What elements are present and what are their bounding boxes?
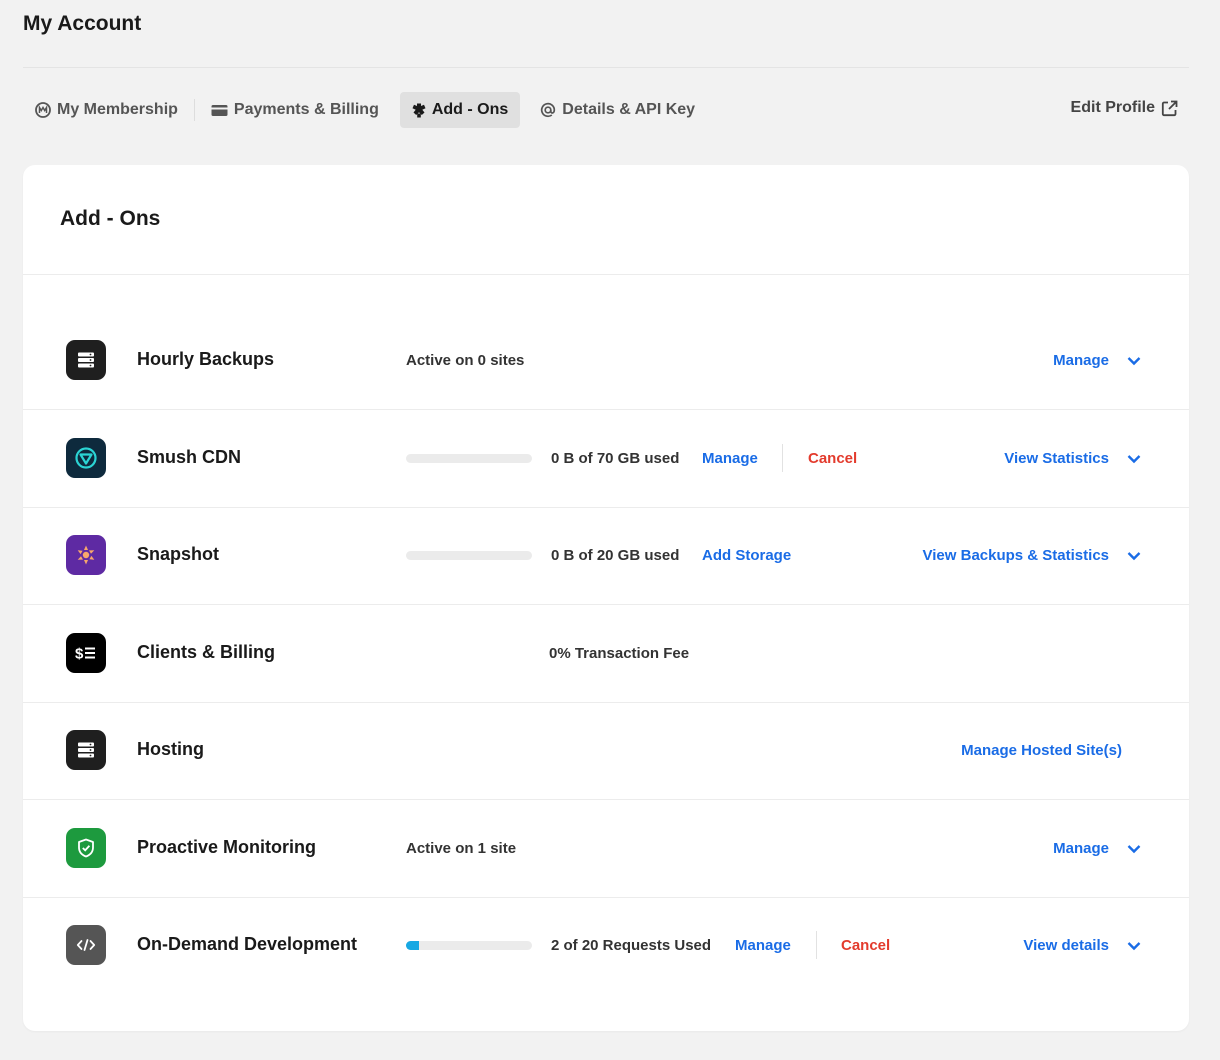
usage-progress-bar <box>406 551 532 560</box>
edit-profile-link[interactable]: Edit Profile <box>1071 99 1178 117</box>
chevron-down-icon[interactable] <box>1126 451 1142 467</box>
addon-name: Clients & Billing <box>137 642 276 662</box>
external-link-icon <box>1161 100 1178 116</box>
smush-icon <box>66 438 106 478</box>
card-title: Add - Ons <box>60 207 161 230</box>
addon-row-snapshot: Snapshot 0 B of 20 GB used Add Storage V… <box>23 507 1189 605</box>
usage-progress-fill <box>406 941 419 950</box>
dollar-list-icon: $ <box>66 633 106 673</box>
addon-name: Snapshot <box>137 544 220 564</box>
tab-details-api-key[interactable]: Details & API Key <box>528 92 707 128</box>
membership-icon <box>35 102 51 118</box>
page-title: My Account <box>23 12 142 35</box>
tab-payments-billing[interactable]: Payments & Billing <box>199 92 391 128</box>
tab-label: Payments & Billing <box>233 101 379 118</box>
usage-text: 0 B of 20 GB used <box>551 547 680 564</box>
action-divider <box>782 444 783 472</box>
transaction-fee-text: 0% Transaction Fee <box>549 645 690 662</box>
add-storage-link[interactable]: Add Storage <box>702 547 791 564</box>
addon-row-clients-billing: $ Clients & Billing 0% Transaction Fee <box>23 605 1189 703</box>
view-statistics-link[interactable]: View Statistics <box>1004 450 1109 467</box>
chevron-down-icon[interactable] <box>1126 353 1142 369</box>
tab-add-ons[interactable]: Add - Ons <box>399 92 521 128</box>
tab-label: Add - Ons <box>431 101 509 118</box>
card-divider <box>23 274 1189 275</box>
addon-status: Active on 1 site <box>406 840 517 857</box>
manage-hosted-sites-link[interactable]: Manage Hosted Site(s) <box>961 742 1122 759</box>
manage-link[interactable]: Manage <box>735 937 791 954</box>
view-details-link[interactable]: View details <box>1023 937 1109 954</box>
addons-card: Add - Ons Hourly Backups Active on 0 sit… <box>23 165 1189 1031</box>
view-backups-statistics-link[interactable]: View Backups & Statistics <box>923 547 1109 564</box>
addon-row-hourly-backups: Hourly Backups Active on 0 sites Manage <box>23 312 1189 410</box>
account-tabs: My Membership Payments & Billing Add - O… <box>23 92 707 128</box>
card-icon <box>211 104 228 116</box>
tab-label: Details & API Key <box>562 101 696 118</box>
addon-name: Proactive Monitoring <box>137 837 317 857</box>
at-icon <box>541 102 556 118</box>
tab-my-membership[interactable]: My Membership <box>23 92 190 128</box>
tab-divider <box>193 99 195 121</box>
addon-row-on-demand-development: On-Demand Development 2 of 20 Requests U… <box>23 897 1189 994</box>
addon-row-hosting: Hosting Manage Hosted Site(s) <box>23 702 1189 800</box>
addon-status: Active on 0 sites <box>406 352 525 369</box>
edit-profile-label: Edit Profile <box>1070 99 1155 116</box>
addon-row-proactive-monitoring: Proactive Monitoring Active on 1 site Ma… <box>23 800 1189 898</box>
title-divider <box>23 67 1189 68</box>
puzzle-icon <box>412 103 426 117</box>
code-icon <box>66 925 106 965</box>
chevron-down-icon[interactable] <box>1126 841 1142 857</box>
chevron-down-icon[interactable] <box>1126 548 1142 564</box>
tab-label: My Membership <box>57 101 178 118</box>
server-icon <box>66 730 106 770</box>
usage-progress-bar <box>406 454 532 463</box>
manage-link[interactable]: Manage <box>702 450 758 467</box>
manage-link[interactable]: Manage <box>1053 352 1109 369</box>
snapshot-icon <box>66 535 106 575</box>
addon-row-smush-cdn: Smush CDN 0 B of 70 GB used Manage Cance… <box>23 410 1189 508</box>
cancel-link[interactable]: Cancel <box>808 450 857 467</box>
addon-name: On-Demand Development <box>137 934 358 954</box>
addon-name: Hosting <box>137 739 204 759</box>
action-divider <box>816 931 817 959</box>
addon-name: Smush CDN <box>137 447 242 467</box>
manage-link[interactable]: Manage <box>1053 840 1109 857</box>
cancel-link[interactable]: Cancel <box>841 937 890 954</box>
usage-text: 0 B of 70 GB used <box>551 450 680 467</box>
server-icon <box>66 340 106 380</box>
usage-progress-bar <box>406 941 532 950</box>
addon-name: Hourly Backups <box>137 349 275 369</box>
usage-text: 2 of 20 Requests Used <box>551 937 712 954</box>
chevron-down-icon[interactable] <box>1126 938 1142 954</box>
svg-text:$: $ <box>75 646 84 663</box>
shield-check-icon <box>66 828 106 868</box>
